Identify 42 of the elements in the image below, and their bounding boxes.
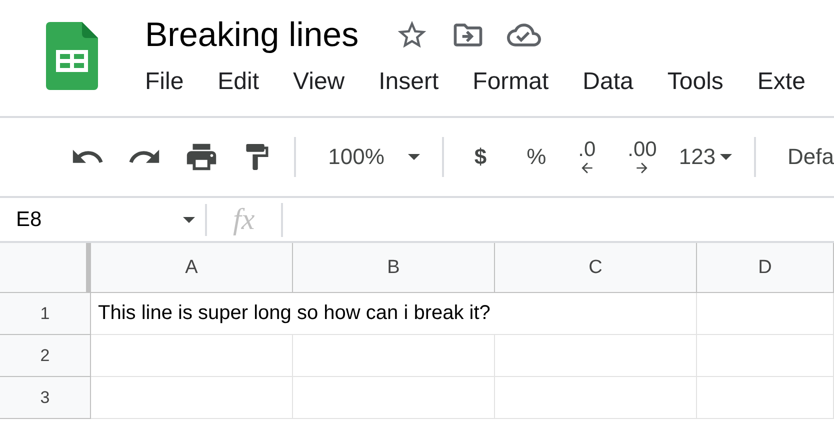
table-cell[interactable] [697,293,834,335]
column-header[interactable]: A [91,243,293,293]
menu-item[interactable]: Data [582,68,634,96]
table-cell[interactable] [91,377,293,419]
table-cell[interactable] [293,335,495,377]
table-cell[interactable] [697,377,834,419]
column-header[interactable]: D [697,243,834,293]
more-formats-dropdown[interactable]: 123 [678,144,732,170]
menu-item[interactable]: Format [472,68,549,96]
decrease-decimals-button[interactable]: .0 [578,138,596,176]
zoom-dropdown[interactable]: 100% [328,144,420,170]
corner-header[interactable] [0,243,91,293]
table-cell[interactable] [495,335,697,377]
row-header[interactable]: 1 [0,293,91,335]
increase-decimals-button[interactable]: .00 [628,138,657,176]
table-cell[interactable] [91,335,293,377]
table-cell[interactable] [293,377,495,419]
formula-label: fx [207,202,283,236]
document-title[interactable]: Breaking lines [145,16,359,54]
menu-item[interactable]: Insert [378,68,439,96]
column-header[interactable]: B [293,243,495,293]
cell-text: This line is super long so how can i break it? [98,302,490,325]
table-cell[interactable]: This line is super long so how can i break it? [91,293,697,335]
table-cell[interactable] [697,335,834,377]
menu-item[interactable]: Tools [667,68,724,96]
font-dropdown[interactable]: Defa [788,144,834,170]
row-header[interactable]: 3 [0,377,91,419]
caret-icon [183,216,195,222]
menu-item[interactable]: Exte [757,68,806,96]
name-box[interactable]: E8 [0,204,207,236]
menu-item[interactable]: View [293,68,345,96]
cell-reference: E8 [16,208,42,232]
percent-button[interactable]: % [526,144,546,170]
caret-icon [408,154,420,160]
currency-button[interactable]: $ [474,144,487,170]
menu-item[interactable]: Edit [218,68,260,96]
caret-icon [720,154,732,160]
row-header[interactable]: 2 [0,335,91,377]
table-cell[interactable] [495,377,697,419]
column-header[interactable]: C [495,243,697,293]
spreadsheet-logo-icon [46,22,98,90]
menu-item[interactable]: File [145,68,184,96]
